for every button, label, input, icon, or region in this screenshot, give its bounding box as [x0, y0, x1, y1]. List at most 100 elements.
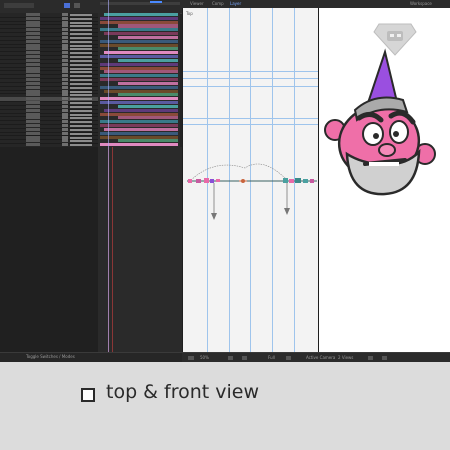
work-area-bar[interactable] [150, 1, 162, 3]
layer-switches[interactable] [26, 112, 40, 116]
layer-switches[interactable] [26, 81, 40, 85]
layer-name[interactable] [70, 59, 92, 62]
layer-switches[interactable] [26, 51, 40, 55]
layer-name[interactable] [70, 67, 92, 70]
layer-name[interactable] [70, 132, 92, 135]
layer-name[interactable] [70, 71, 92, 74]
layer-bar[interactable] [104, 13, 178, 17]
layer-bar[interactable] [100, 78, 178, 82]
layer-bar[interactable] [104, 127, 178, 131]
layer-switches[interactable] [26, 35, 40, 39]
layer-bar[interactable] [100, 74, 178, 78]
layer-bar[interactable] [100, 28, 178, 32]
layer-bar[interactable] [118, 116, 178, 120]
layer-bar[interactable] [100, 112, 178, 116]
layer-name[interactable] [70, 79, 92, 82]
layer-switches[interactable] [26, 39, 40, 43]
layer-switches[interactable] [26, 55, 40, 59]
layer-name[interactable] [70, 17, 92, 20]
timeline-track-area[interactable] [98, 147, 182, 352]
layer-switches[interactable] [26, 58, 40, 62]
layer-bar[interactable] [100, 124, 178, 128]
layer-name[interactable] [70, 75, 92, 78]
layer-bar[interactable] [100, 97, 178, 101]
layer-bar[interactable] [100, 55, 178, 59]
layer-name[interactable] [70, 98, 92, 101]
layer-switches[interactable] [26, 62, 40, 66]
layer-switches[interactable] [26, 47, 40, 51]
layer-bar[interactable] [118, 24, 178, 28]
layer-bar[interactable] [100, 20, 178, 24]
region-icon[interactable] [286, 356, 291, 360]
layer-list[interactable] [0, 13, 98, 148]
layer-name[interactable] [70, 33, 92, 36]
layer-bar[interactable] [100, 135, 178, 139]
layer-switches[interactable] [26, 116, 40, 120]
layer-bar[interactable] [100, 16, 178, 20]
layer-bar[interactable] [100, 131, 178, 135]
layer-bar[interactable] [104, 89, 178, 93]
layer-switches[interactable] [26, 108, 40, 112]
layer-switches[interactable] [26, 93, 40, 97]
layer-bar[interactable] [118, 47, 178, 51]
layer-switches[interactable] [26, 89, 40, 93]
layer-switches[interactable] [26, 16, 40, 20]
layer-bar[interactable] [100, 43, 178, 47]
layer-switches[interactable] [26, 120, 40, 124]
layer-bar[interactable] [118, 35, 178, 39]
layer-bar[interactable] [104, 32, 178, 36]
layer-switches[interactable] [26, 32, 40, 36]
layer-name[interactable] [70, 90, 92, 93]
layer-bar[interactable] [104, 51, 178, 55]
layer-bars[interactable] [98, 13, 180, 147]
layer-switches[interactable] [26, 85, 40, 89]
tab-layer[interactable]: Layer [230, 1, 241, 6]
layer-switches[interactable] [26, 139, 40, 143]
camera-icon[interactable] [242, 356, 247, 360]
layer-switches[interactable] [26, 124, 40, 128]
grid-icon[interactable] [228, 356, 233, 360]
snapshot-icon[interactable] [382, 356, 387, 360]
zoom-dropdown[interactable]: 50% [200, 355, 209, 360]
layer-switches[interactable] [26, 28, 40, 32]
layer-bar[interactable] [118, 104, 178, 108]
workspace-label[interactable]: Workspace [410, 1, 432, 6]
layer-bar[interactable] [100, 101, 178, 105]
toggle-switches-label[interactable]: Toggle Switches / Modes [26, 354, 75, 359]
layer-bar[interactable] [118, 93, 178, 97]
layer-name[interactable] [70, 40, 92, 43]
composition-viewer[interactable]: Top [183, 8, 450, 352]
layer-switches[interactable] [26, 127, 40, 131]
layer-switches[interactable] [26, 24, 40, 28]
playhead[interactable] [108, 0, 109, 360]
layer-switches[interactable] [26, 20, 40, 24]
layer-bar[interactable] [100, 39, 178, 43]
front-view[interactable] [319, 8, 450, 352]
layer-bar[interactable] [100, 143, 178, 147]
layer-switches[interactable] [26, 66, 40, 70]
layer-switches[interactable] [26, 97, 40, 101]
layer-switches[interactable] [26, 101, 40, 105]
layer-name[interactable] [70, 52, 92, 55]
layer-name[interactable] [70, 25, 92, 28]
layer-switches[interactable] [26, 131, 40, 135]
layer-bar[interactable] [100, 120, 178, 124]
layer-name[interactable] [70, 21, 92, 24]
layer-name[interactable] [70, 136, 92, 139]
rig-overlay[interactable] [183, 158, 318, 228]
layer-name[interactable] [70, 105, 92, 108]
reset-exposure-icon[interactable] [368, 356, 373, 360]
layer-bar[interactable] [118, 81, 178, 85]
layer-switches[interactable] [26, 74, 40, 78]
layer-name[interactable] [70, 113, 92, 116]
graph-editor-icon[interactable] [64, 3, 70, 8]
search-field[interactable] [4, 3, 34, 8]
camera-dropdown[interactable]: Active Camera [306, 355, 335, 360]
magnification-icon[interactable] [188, 356, 194, 360]
layer-name[interactable] [70, 86, 92, 89]
time-ruler[interactable] [100, 2, 180, 5]
motion-blur-icon[interactable] [74, 3, 80, 8]
checkbox-icon[interactable] [81, 388, 95, 402]
layer-name[interactable] [70, 44, 92, 47]
layer-name[interactable] [70, 29, 92, 32]
